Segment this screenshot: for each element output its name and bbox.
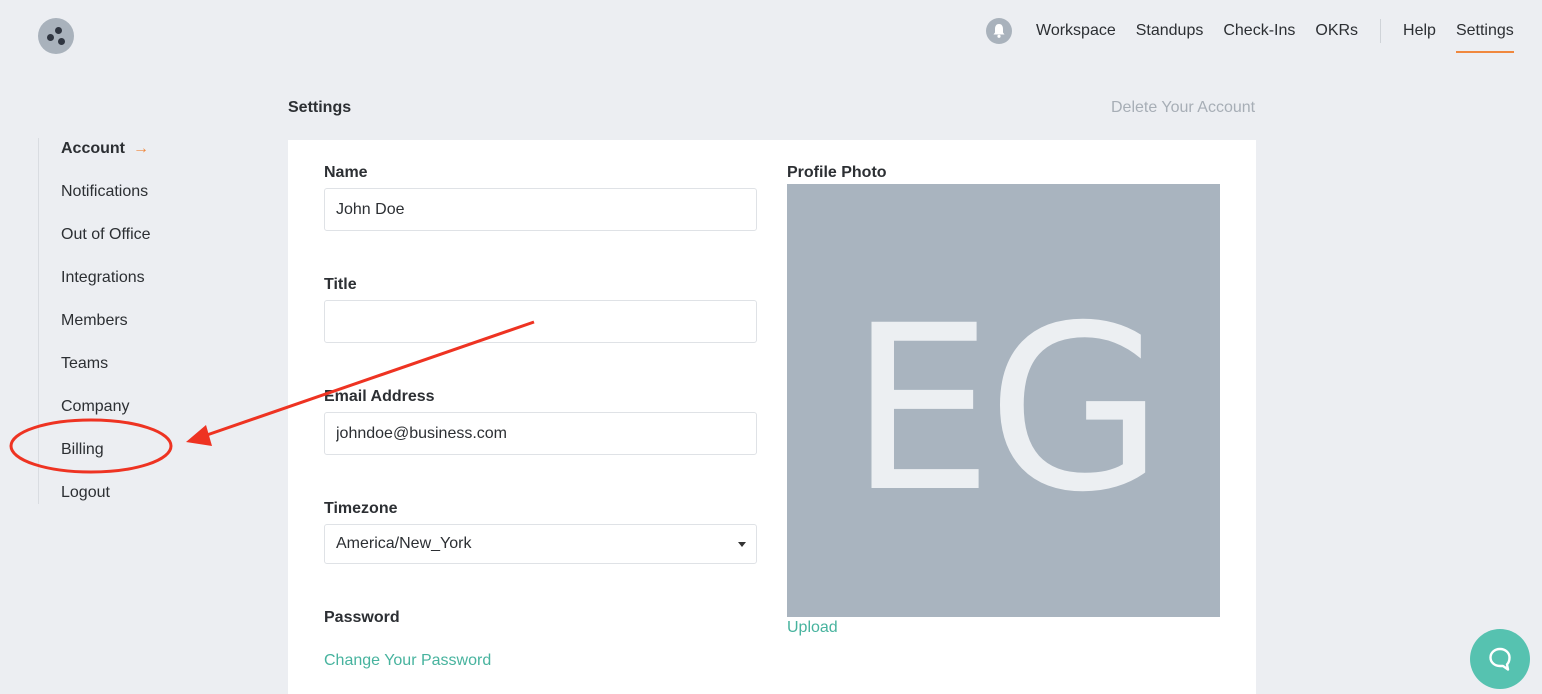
bell-icon[interactable] — [986, 18, 1012, 44]
delete-account-link[interactable]: Delete Your Account — [1111, 99, 1255, 117]
nav-help[interactable]: Help — [1403, 21, 1436, 53]
sidebar-item-company[interactable]: Company — [61, 398, 129, 416]
profile-photo-label: Profile Photo — [787, 164, 887, 181]
sidebar-item-members[interactable]: Members — [61, 312, 128, 330]
title-input[interactable] — [324, 300, 757, 343]
nav-settings[interactable]: Settings — [1455, 21, 1514, 53]
email-input[interactable] — [324, 412, 757, 455]
sidebar-item-account[interactable]: Account → — [61, 140, 149, 158]
account-settings-card: Name Title Email Address Timezone Americ… — [288, 140, 1256, 694]
page-title: Settings — [288, 99, 352, 116]
upload-photo-link[interactable]: Upload — [787, 619, 838, 637]
sidebar-item-notifications[interactable]: Notifications — [61, 183, 148, 201]
sidebar-item-out-of-office[interactable]: Out of Office — [61, 226, 151, 244]
nav-check-ins[interactable]: Check-Ins — [1223, 21, 1295, 53]
help-chat-button[interactable] — [1470, 629, 1530, 689]
nav-workspace[interactable]: Workspace — [1036, 21, 1116, 53]
app-logo-icon[interactable] — [38, 18, 74, 54]
timezone-value: America/New_York — [336, 535, 472, 552]
name-label: Name — [324, 164, 368, 181]
sidebar-item-integrations[interactable]: Integrations — [61, 269, 145, 287]
nav-okrs[interactable]: OKRs — [1315, 21, 1358, 53]
title-label: Title — [324, 276, 357, 293]
nav-divider — [1380, 19, 1382, 43]
caret-down-icon — [738, 542, 746, 547]
change-password-link[interactable]: Change Your Password — [324, 652, 491, 670]
avatar-initials: EG — [849, 276, 1164, 542]
top-navigation: Workspace Standups Check-Ins OKRs Help S… — [1036, 19, 1534, 53]
chat-bubble-icon — [1489, 647, 1511, 671]
timezone-select[interactable]: America/New_York — [324, 524, 757, 564]
sidebar-item-billing[interactable]: Billing — [61, 441, 104, 459]
sidebar-item-label: Account — [61, 140, 125, 157]
name-input[interactable] — [324, 188, 757, 231]
settings-sidebar: Account → Notifications Out of Office Int… — [38, 138, 238, 504]
email-label: Email Address — [324, 388, 435, 405]
arrow-right-icon: → — [133, 140, 149, 157]
timezone-label: Timezone — [324, 500, 398, 517]
profile-photo: EG — [787, 184, 1220, 617]
sidebar-item-logout[interactable]: Logout — [61, 484, 110, 502]
password-label: Password — [324, 609, 400, 626]
nav-standups[interactable]: Standups — [1136, 21, 1204, 53]
sidebar-item-teams[interactable]: Teams — [61, 355, 108, 373]
